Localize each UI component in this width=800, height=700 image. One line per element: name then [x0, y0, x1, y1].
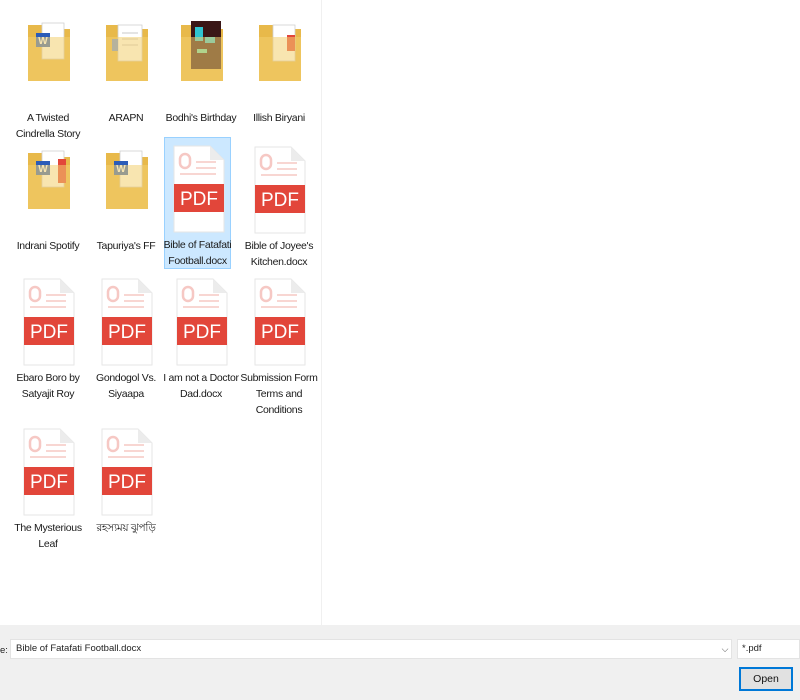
file-name: ARAPN — [108, 112, 144, 124]
pdf-file-icon: PDF — [168, 277, 236, 367]
file-item[interactable]: PDF Submission Form Terms and Conditions — [240, 270, 318, 416]
file-item[interactable]: W Tapuriya's FF — [92, 138, 160, 268]
folder-with-documents-icon — [93, 17, 161, 107]
svg-text:PDF: PDF — [183, 322, 221, 343]
file-name: The Mysterious Leaf — [14, 522, 82, 550]
preview-pane — [322, 0, 800, 625]
folder-with-image-icon — [168, 17, 236, 107]
pdf-file-icon: PDF — [246, 145, 314, 235]
file-item[interactable]: PDF I am not a Doctor Dad.docx — [163, 270, 239, 400]
file-item[interactable]: PDF Bible of Joyee's Kitchen.docx — [245, 138, 314, 268]
file-name: Ebaro Boro by Satyajit Roy — [16, 372, 80, 400]
pdf-file-icon: PDF — [165, 144, 233, 234]
svg-text:PDF: PDF — [108, 322, 146, 343]
file-name-input[interactable]: Bible of Fatafati Football.docx — [10, 639, 732, 659]
file-name: Gondogol Vs. Siyaapa — [95, 372, 157, 400]
file-name: রহস্যময় ঝুপড়ি — [96, 522, 156, 534]
folder-with-word-doc-icon: W — [93, 145, 161, 235]
pdf-file-icon: PDF — [246, 277, 314, 367]
dialog-footer — [0, 625, 800, 700]
svg-text:PDF: PDF — [30, 322, 68, 343]
file-item[interactable]: PDF Ebaro Boro by Satyajit Roy — [14, 270, 82, 400]
pdf-file-icon: PDF — [15, 277, 83, 367]
svg-text:PDF: PDF — [30, 472, 68, 493]
file-list-view: WA Twisted Cindrella Story ARAPN Bodhi's B… — [0, 0, 321, 625]
file-name: Indrani Spotify — [16, 240, 80, 252]
pdf-file-icon: PDF — [93, 427, 161, 517]
pdf-file-icon: PDF — [93, 277, 161, 367]
chevron-down-icon[interactable]: ⌵ — [719, 642, 731, 656]
file-name: Bodhi's Birthday — [165, 112, 237, 124]
svg-text:PDF: PDF — [180, 189, 218, 210]
folder-with-pdf-icon — [246, 17, 314, 107]
file-item[interactable]: Bodhi's Birthday — [166, 10, 237, 140]
file-name: Tapuriya's FF — [96, 240, 156, 252]
file-item[interactable]: W Indrani Spotify — [14, 138, 82, 268]
file-type-filter[interactable]: *.pdf — [737, 639, 800, 659]
file-name: I am not a Doctor Dad.docx — [163, 372, 239, 400]
file-item[interactable]: PDF Gondogol Vs. Siyaapa — [92, 270, 160, 400]
file-item[interactable]: ARAPN — [92, 10, 160, 140]
file-name: Bible of Joyee's Kitchen.docx — [244, 240, 314, 268]
file-item[interactable]: PDF রহস্যময় ঝুপড়ি — [92, 420, 160, 550]
pdf-file-icon: PDF — [15, 427, 83, 517]
file-name: Submission Form Terms and Conditions — [240, 372, 318, 416]
file-name: Illish Biryani — [253, 112, 305, 124]
file-name-label: e: — [0, 645, 8, 656]
open-button[interactable]: Open — [739, 667, 793, 691]
file-item[interactable]: Illish Biryani — [245, 10, 313, 140]
svg-text:PDF: PDF — [261, 190, 299, 211]
file-item[interactable]: PDF The Mysterious Leaf — [14, 420, 82, 550]
folder-with-word-doc-icon: W — [15, 17, 83, 107]
folder-with-word-and-pdf-icon: W — [15, 145, 83, 235]
svg-text:PDF: PDF — [108, 472, 146, 493]
file-item[interactable]: WA Twisted Cindrella Story — [14, 10, 82, 140]
svg-text:PDF: PDF — [261, 322, 299, 343]
file-item[interactable]: PDF Bible of Fatafati Football.docx — [164, 137, 233, 269]
file-name: Bible of Fatafati Football.docx — [163, 239, 232, 267]
